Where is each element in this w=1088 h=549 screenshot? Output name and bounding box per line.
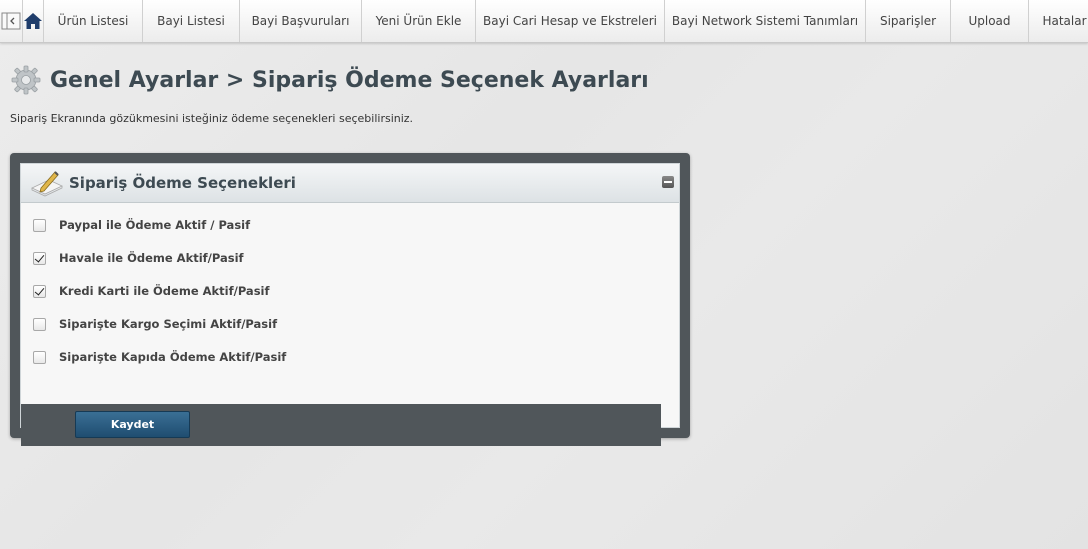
option-kredi-karti[interactable]: Kredi Karti ile Ödeme Aktif/Pasif (33, 282, 270, 300)
minus-icon (664, 181, 672, 183)
checkbox-kargo-secimi[interactable] (33, 317, 46, 331)
nav-item-yeni-urun-ekle[interactable]: Yeni Ürün Ekle (362, 0, 476, 42)
panel-footer: Kaydet (21, 404, 661, 446)
page-title: Genel Ayarlar > Sipariş Ödeme Seçenek Ay… (50, 67, 649, 93)
checkbox-kapida-odeme[interactable] (33, 350, 46, 364)
option-paypal[interactable]: Paypal ile Ödeme Aktif / Pasif (33, 216, 250, 234)
nav-item-hatalar[interactable]: Hatalar (1029, 0, 1088, 42)
nav-item-bayi-listesi[interactable]: Bayi Listesi (143, 0, 240, 42)
collapse-button[interactable] (662, 176, 674, 188)
option-havale[interactable]: Havale ile Ödeme Aktif/Pasif (33, 249, 244, 267)
sidebar-toggle-icon (1, 12, 21, 30)
home-button[interactable] (23, 0, 44, 42)
checkbox-havale[interactable] (33, 251, 46, 265)
page-description: Sipariş Ekranında gözükmesini isteğiniz … (10, 112, 414, 125)
option-label: Havale ile Ödeme Aktif/Pasif (59, 251, 244, 265)
option-kargo-secimi[interactable]: Siparişte Kargo Seçimi Aktif/Pasif (33, 315, 277, 333)
option-label: Siparişte Kargo Seçimi Aktif/Pasif (59, 317, 278, 331)
sidebar-toggle-button[interactable] (0, 0, 23, 42)
nav-item-upload[interactable]: Upload (951, 0, 1029, 42)
gear-icon (11, 65, 41, 95)
option-label: Kredi Karti ile Ödeme Aktif/Pasif (59, 284, 270, 298)
nav-item-bayi-network[interactable]: Bayi Network Sistemi Tanımları (665, 0, 866, 42)
page-header: Genel Ayarlar > Sipariş Ödeme Seçenek Ay… (10, 62, 649, 98)
nav-item-bayi-basvurulari[interactable]: Bayi Başvuruları (240, 0, 362, 42)
payment-options-panel: Sipariş Ödeme Seçenekleri Paypal ile Öde… (10, 153, 690, 446)
option-kapida-odeme[interactable]: Siparişte Kapıda Ödeme Aktif/Pasif (33, 348, 286, 366)
top-navigation-bar: Ürün Listesi Bayi Listesi Bayi Başvurula… (0, 0, 1088, 43)
nav-item-siparisler[interactable]: Siparişler (866, 0, 951, 42)
nav-item-urun-listesi[interactable]: Ürün Listesi (44, 0, 143, 42)
home-icon (24, 13, 42, 29)
option-label: Paypal ile Ödeme Aktif / Pasif (59, 218, 251, 232)
panel-title: Sipariş Ödeme Seçenekleri (69, 174, 296, 192)
option-label: Siparişte Kapıda Ödeme Aktif/Pasif (59, 350, 287, 364)
panel-header: Sipariş Ödeme Seçenekleri (21, 164, 679, 203)
nav-menu: Ürün Listesi Bayi Listesi Bayi Başvurula… (44, 0, 1088, 42)
edit-pencil-icon (31, 171, 63, 197)
checkbox-kredi-karti[interactable] (33, 284, 46, 298)
save-button[interactable]: Kaydet (75, 411, 190, 438)
panel-body: Sipariş Ödeme Seçenekleri Paypal ile Öde… (20, 163, 680, 446)
nav-item-bayi-cari-hesap[interactable]: Bayi Cari Hesap ve Ekstreleri (476, 0, 665, 42)
checkbox-paypal[interactable] (33, 218, 46, 232)
